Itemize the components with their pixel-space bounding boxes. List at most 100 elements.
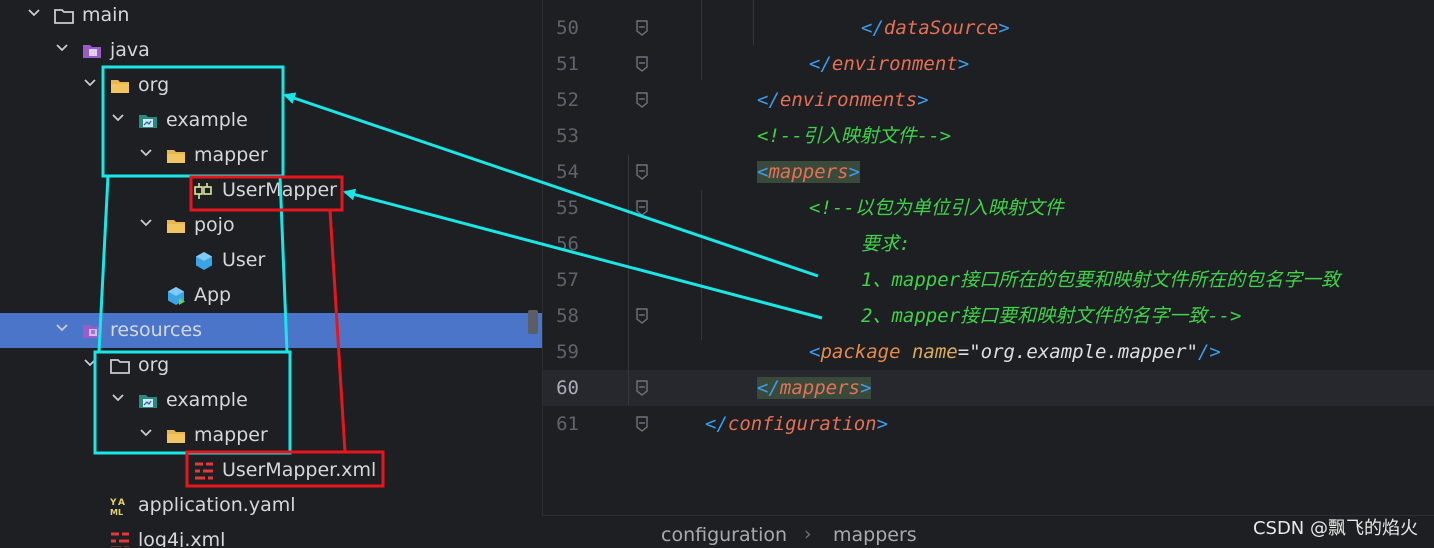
code-token: <!--引入映射文件--> bbox=[757, 125, 952, 147]
tree-item-java[interactable]: java bbox=[0, 33, 542, 68]
indent-guide bbox=[628, 155, 629, 405]
tree-item-log4j-xml[interactable]: log4j.xml bbox=[0, 523, 542, 547]
fold-marker-icon[interactable] bbox=[635, 199, 649, 217]
tree-item-label: mapper bbox=[194, 424, 268, 446]
project-tree-panel: main java org example mapper UserMapper pojo Us… bbox=[0, 0, 542, 547]
java-source-folder-icon bbox=[81, 40, 103, 62]
package-icon bbox=[137, 390, 159, 412]
tree-item-example[interactable]: example bbox=[0, 383, 542, 418]
breadcrumb-item-mappers[interactable]: mappers bbox=[833, 523, 917, 547]
tree-item-app[interactable]: App bbox=[0, 278, 542, 313]
fold-marker-icon[interactable] bbox=[635, 91, 649, 109]
code-token: mappers bbox=[779, 377, 860, 399]
code-line[interactable]: 1、mapper接口所在的包要和映射文件所在的包名字一致 bbox=[861, 262, 1340, 298]
current-line-highlight bbox=[543, 370, 1434, 406]
chevron-down-icon[interactable] bbox=[139, 426, 153, 440]
code-token: /> bbox=[1197, 341, 1221, 363]
fold-marker-icon[interactable] bbox=[635, 55, 649, 73]
tree-item-label: User bbox=[222, 249, 266, 271]
tree-item-label: App bbox=[194, 284, 232, 306]
code-token: > bbox=[848, 161, 860, 183]
fold-marker-icon[interactable] bbox=[635, 307, 649, 325]
tree-item-usermapper-xml[interactable]: UserMapper.xml bbox=[0, 453, 542, 488]
package-folder-icon bbox=[165, 425, 187, 447]
tree-item-org[interactable]: org bbox=[0, 348, 542, 383]
tree-item-label: example bbox=[166, 389, 248, 411]
code-token: 1、mapper接口所在的包要和映射文件所在的包名字一致 bbox=[861, 269, 1341, 291]
indent-guide bbox=[701, 0, 702, 80]
chevron-down-icon[interactable] bbox=[55, 321, 69, 335]
chevron-down-icon[interactable] bbox=[139, 216, 153, 230]
tree-item-org[interactable]: org bbox=[0, 68, 542, 103]
code-line[interactable]: 2、mapper接口要和映射文件的名字一致--> bbox=[861, 298, 1241, 334]
chevron-down-icon[interactable] bbox=[83, 356, 97, 370]
tree-scrollbar-thumb[interactable] bbox=[528, 310, 538, 334]
package-folder-icon bbox=[165, 145, 187, 167]
svg-text:Y: Y bbox=[109, 498, 117, 508]
tree-item-label: application.yaml bbox=[138, 494, 296, 516]
line-number: 51 bbox=[556, 53, 579, 75]
code-line[interactable]: </configuration> bbox=[705, 406, 888, 442]
code-line[interactable]: </environments> bbox=[757, 82, 929, 118]
chevron-down-icon[interactable] bbox=[111, 391, 125, 405]
line-number: 52 bbox=[556, 89, 579, 111]
code-token: </ bbox=[757, 89, 780, 111]
tree-item-label: java bbox=[110, 39, 150, 61]
class-icon bbox=[193, 250, 215, 272]
folder-icon bbox=[109, 355, 131, 377]
tree-item-pojo[interactable]: pojo bbox=[0, 208, 542, 243]
code-token: </ bbox=[757, 377, 780, 399]
code-line[interactable]: </dataSource> bbox=[861, 10, 1010, 46]
code-line[interactable]: <!--引入映射文件--> bbox=[757, 118, 951, 154]
code-token: </ bbox=[705, 413, 728, 435]
fold-marker-icon[interactable] bbox=[635, 379, 649, 397]
interface-icon bbox=[193, 180, 215, 202]
xml-file-icon bbox=[193, 460, 215, 482]
line-number: 54 bbox=[556, 161, 579, 183]
chevron-down-icon[interactable] bbox=[139, 146, 153, 160]
tree-item-mapper[interactable]: mapper bbox=[0, 418, 542, 453]
tree-item-resources[interactable]: resources bbox=[0, 313, 542, 348]
code-token: </ bbox=[861, 17, 884, 39]
code-token: 2、mapper接口要和映射文件的名字一致--> bbox=[861, 305, 1242, 327]
package-folder-icon bbox=[109, 75, 131, 97]
tree-item-application-yaml[interactable]: Y ML Aapplication.yaml bbox=[0, 488, 542, 523]
chevron-down-icon[interactable] bbox=[27, 6, 41, 20]
breadcrumb-item-configuration[interactable]: configuration bbox=[661, 523, 787, 547]
code-line[interactable]: <mappers> bbox=[757, 154, 860, 190]
tree-item-main[interactable]: main bbox=[0, 0, 542, 33]
code-line[interactable]: 要求: bbox=[861, 226, 910, 262]
line-number: 60 bbox=[556, 377, 579, 399]
fold-marker-icon[interactable] bbox=[635, 415, 649, 433]
code-line[interactable]: </mappers> bbox=[757, 370, 872, 406]
chevron-down-icon[interactable] bbox=[111, 111, 125, 125]
code-line[interactable]: <package name="org.example.mapper"/> bbox=[809, 334, 1221, 370]
code-editor[interactable]: 50 </dataSource> 51 </environment> 52 </envir… bbox=[542, 0, 1434, 515]
tree-item-label: org bbox=[138, 354, 170, 376]
tree-item-label: pojo bbox=[194, 214, 235, 236]
chevron-down-icon[interactable] bbox=[83, 76, 97, 90]
code-line[interactable]: <!--以包为单位引入映射文件 bbox=[809, 190, 1064, 226]
tree-item-label: UserMapper bbox=[222, 179, 337, 201]
code-token: configuration bbox=[727, 413, 877, 435]
tree-item-label: log4j.xml bbox=[138, 529, 226, 547]
line-number: 58 bbox=[556, 305, 579, 327]
tree-item-user[interactable]: User bbox=[0, 243, 542, 278]
code-token: < bbox=[809, 341, 821, 363]
fold-marker-icon[interactable] bbox=[635, 163, 649, 181]
tree-item-mapper[interactable]: mapper bbox=[0, 138, 542, 173]
fold-marker-icon[interactable] bbox=[635, 19, 649, 37]
package-folder-icon bbox=[165, 215, 187, 237]
xml-file-icon bbox=[109, 530, 131, 547]
tree-item-example[interactable]: example bbox=[0, 103, 542, 138]
line-number: 56 bbox=[556, 233, 579, 255]
package-icon bbox=[137, 110, 159, 132]
tree-item-usermapper[interactable]: UserMapper bbox=[0, 173, 542, 208]
chevron-down-icon[interactable] bbox=[55, 41, 69, 55]
code-token: environment bbox=[831, 53, 958, 75]
indent-guide bbox=[753, 0, 754, 45]
line-number: 57 bbox=[556, 269, 579, 291]
code-token: environments bbox=[779, 89, 918, 111]
code-line[interactable]: </environment> bbox=[809, 46, 969, 82]
